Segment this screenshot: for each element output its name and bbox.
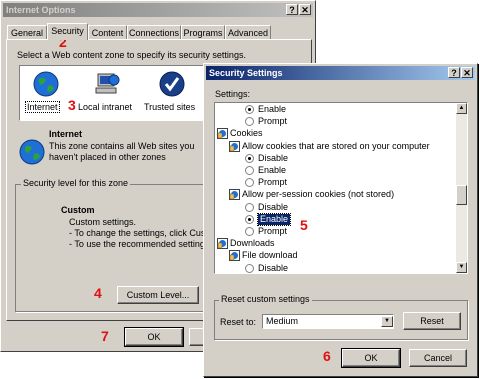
settings-row-label: File download xyxy=(242,250,298,261)
settings-row-label: Downloads xyxy=(230,238,275,249)
custom-line-2: - To change the settings, click Cust xyxy=(69,228,208,238)
settings-radio-option[interactable]: Disable xyxy=(245,262,467,273)
security-settings-ok-button[interactable]: OK xyxy=(341,348,401,368)
help-button[interactable]: ? xyxy=(448,67,460,78)
settings-row-label: Disable xyxy=(258,152,289,163)
zone-title: Internet xyxy=(49,129,83,139)
security-settings-titlebar: Security Settings ? ✕ xyxy=(206,66,475,80)
settings-row-label: Enable xyxy=(258,104,287,114)
settings-label: Settings: xyxy=(215,89,251,99)
settings-scrollbar[interactable]: ▲ ▼ xyxy=(456,103,467,273)
custom-line-1: Custom settings. xyxy=(69,217,137,227)
settings-row-label: Allow cookies that are stored on your co… xyxy=(242,140,430,151)
radio-button-icon[interactable] xyxy=(245,178,254,188)
settings-category-icon xyxy=(217,128,228,140)
settings-gear-icon xyxy=(229,250,240,262)
settings-gear-icon xyxy=(229,189,240,201)
scroll-thumb[interactable] xyxy=(456,185,467,205)
custom-level-button[interactable]: Custom Level... xyxy=(117,286,199,304)
tab-security[interactable]: Security xyxy=(47,23,88,40)
security-settings-title: Security Settings xyxy=(209,68,283,78)
settings-radio-option[interactable]: Prompt xyxy=(245,177,467,189)
annotation-4: 4 xyxy=(94,285,102,301)
custom-line-3: - To use the recommended settings, xyxy=(69,239,212,249)
settings-item[interactable]: Allow cookies that are stored on your co… xyxy=(229,140,467,153)
tab-programs[interactable]: Programs xyxy=(181,25,225,39)
settings-category-icon xyxy=(217,238,228,250)
close-button[interactable]: ✕ xyxy=(299,4,311,15)
settings-radio-option[interactable]: Enable xyxy=(245,165,467,177)
annotation-6: 6 xyxy=(323,348,331,364)
zone-instruction: Select a Web content zone to specify its… xyxy=(17,50,246,60)
radio-button-icon[interactable] xyxy=(245,153,254,163)
radio-button-icon[interactable] xyxy=(245,166,254,175)
settings-list: Enable Prompt Cookies Allow cookies that ar… xyxy=(215,103,455,273)
custom-title: Custom xyxy=(61,205,95,215)
radio-button-icon[interactable] xyxy=(245,214,254,224)
globe-icon xyxy=(19,139,45,165)
zone-internet[interactable]: Internet xyxy=(24,70,68,116)
tab-content[interactable]: Content xyxy=(88,25,127,39)
settings-radio-option[interactable]: Enable xyxy=(245,212,467,226)
zone-trusted-sites-label: Trusted sites xyxy=(144,102,196,112)
settings-row-label: Enable xyxy=(256,212,292,226)
settings-item[interactable]: Allow per-session cookies (not stored) xyxy=(229,189,467,201)
reset-to-label: Reset to: xyxy=(220,317,257,327)
globe-icon xyxy=(33,71,59,97)
settings-category[interactable]: Cookies xyxy=(217,128,455,140)
settings-radio-option[interactable]: Enable xyxy=(245,104,467,116)
annotation-3: 3 xyxy=(68,97,76,113)
settings-category[interactable]: Downloads xyxy=(217,238,455,250)
annotation-5: 5 xyxy=(300,217,308,233)
scroll-down-button[interactable]: ▼ xyxy=(456,262,467,273)
radio-button-icon[interactable] xyxy=(245,105,254,114)
reset-to-value: Medium xyxy=(266,316,299,326)
scroll-up-button[interactable]: ▲ xyxy=(456,103,467,114)
settings-tree: Enable Prompt Cookies Allow cookies that ar… xyxy=(214,102,468,274)
zone-trusted-sites[interactable]: Trusted sites xyxy=(144,70,200,116)
checkmark-icon xyxy=(159,71,185,97)
chevron-down-icon[interactable]: ▼ xyxy=(381,316,393,327)
settings-row-label: Cookies xyxy=(230,128,263,139)
internet-options-titlebar: Internet Options ? ✕ xyxy=(3,3,313,17)
settings-radio-option[interactable]: Prompt xyxy=(245,226,467,238)
settings-radio-option[interactable]: Disable xyxy=(245,152,467,165)
settings-row-label: Prompt xyxy=(258,116,288,127)
tab-general[interactable]: General xyxy=(7,25,47,39)
annotation-7: 7 xyxy=(101,328,109,344)
radio-button-icon[interactable] xyxy=(245,263,254,273)
settings-row-label: Prompt xyxy=(258,226,288,236)
settings-radio-option[interactable]: Prompt xyxy=(245,116,467,128)
security-level-label: Security level for this zone xyxy=(21,178,131,188)
close-button[interactable]: ✕ xyxy=(461,67,473,78)
tab-connections[interactable]: Connections xyxy=(127,25,181,39)
reset-to-select[interactable]: Medium ▼ xyxy=(262,314,394,329)
radio-button-icon[interactable] xyxy=(245,227,254,236)
settings-row-label: Allow per-session cookies (not stored) xyxy=(242,189,395,200)
security-settings-window: Security Settings ? ✕ Settings: Enable Pr… xyxy=(203,63,478,377)
settings-row-label: Enable xyxy=(258,165,287,175)
security-settings-cancel-button[interactable]: Cancel xyxy=(409,349,467,367)
zone-local-intranet-label: Local intranet xyxy=(78,102,133,112)
zone-description-2: haven't placed in other zones xyxy=(49,152,166,162)
settings-item[interactable]: File download xyxy=(229,250,467,262)
reset-button[interactable]: Reset xyxy=(403,312,461,330)
radio-button-icon[interactable] xyxy=(245,202,254,212)
help-button[interactable]: ? xyxy=(286,4,298,15)
zone-internet-label: Internet xyxy=(25,101,60,113)
reset-group-label: Reset custom settings xyxy=(219,294,312,304)
local-intranet-icon xyxy=(95,73,120,94)
zone-list: Internet Local intranet Trusted sites xyxy=(19,65,204,121)
settings-row-label: Disable xyxy=(258,201,289,212)
tab-advanced[interactable]: Advanced xyxy=(225,25,271,39)
zone-local-intranet[interactable]: Local intranet xyxy=(78,70,136,116)
radio-button-icon[interactable] xyxy=(245,117,254,127)
settings-row-label: Disable xyxy=(258,262,289,273)
settings-gear-icon xyxy=(229,140,240,152)
settings-radio-option[interactable]: Disable xyxy=(245,201,467,214)
internet-options-title: Internet Options xyxy=(6,5,76,15)
internet-options-ok-button[interactable]: OK xyxy=(124,327,184,347)
settings-row-label: Prompt xyxy=(258,177,288,188)
zone-description-1: This zone contains all Web sites you xyxy=(49,141,195,151)
